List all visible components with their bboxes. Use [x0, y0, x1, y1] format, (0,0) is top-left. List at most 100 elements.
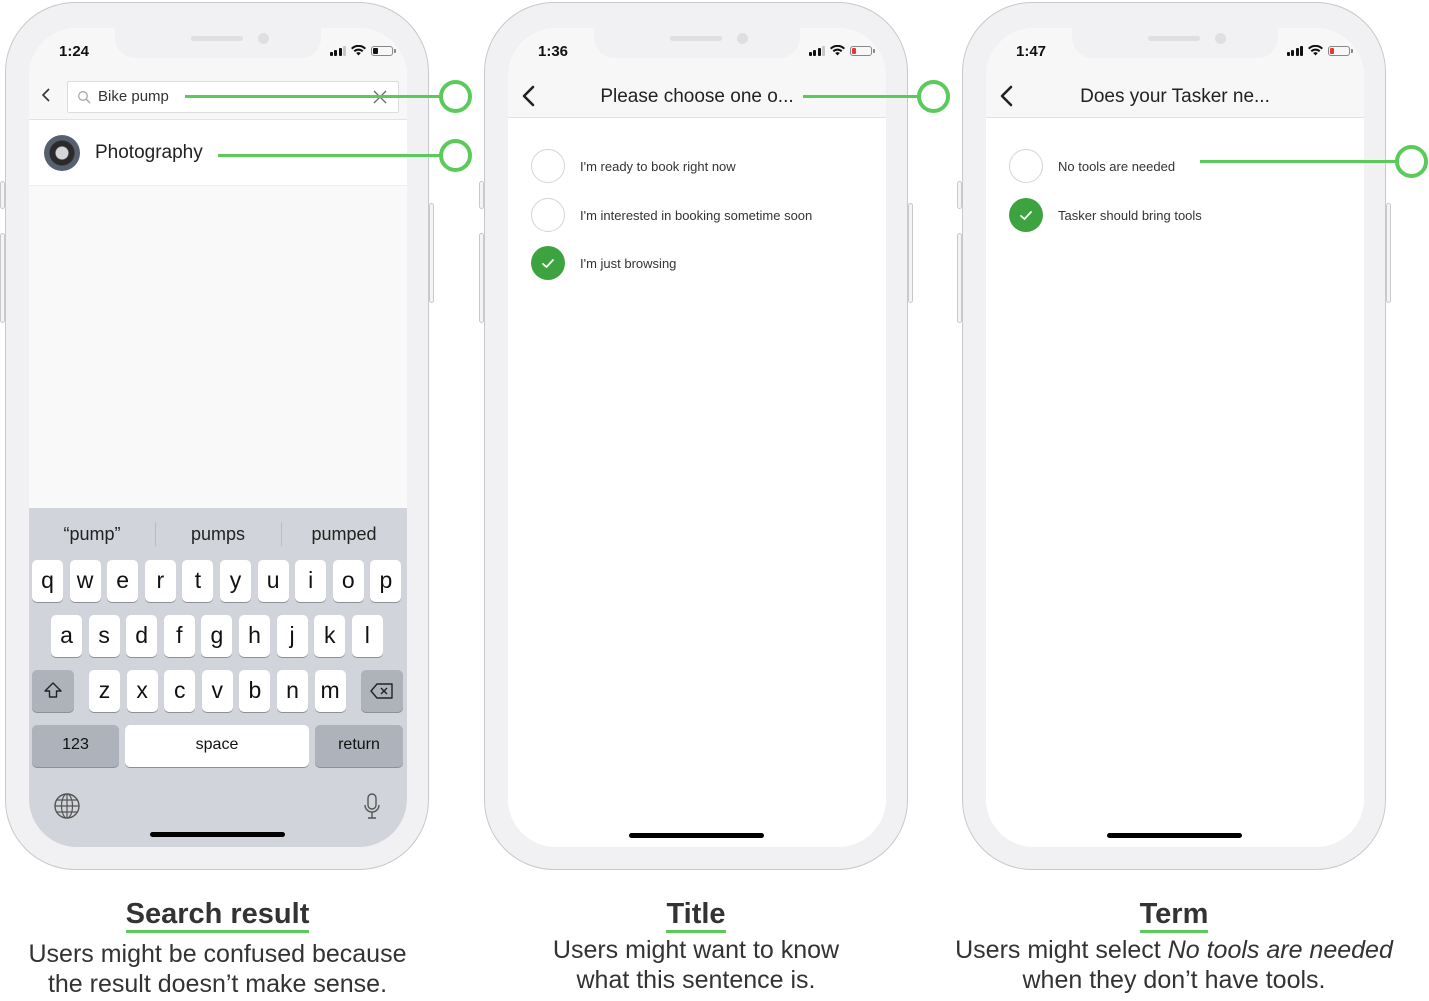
key-o[interactable]: o [332, 560, 364, 602]
side-button [957, 233, 962, 323]
side-button [957, 181, 962, 209]
caption-line: the result doesn’t make sense. [47, 970, 388, 998]
nav-bar: Does your Tasker ne... [986, 78, 1364, 118]
suggestion-item[interactable]: “pump” [29, 518, 155, 550]
key-w[interactable]: w [69, 560, 101, 602]
search-bar: Bike pump [29, 78, 407, 120]
key-v[interactable]: v [201, 670, 233, 712]
radio-button-checked[interactable] [531, 246, 565, 280]
checkmark-icon [1020, 210, 1032, 220]
microphone-icon[interactable] [363, 792, 381, 822]
wifi-icon [1308, 45, 1323, 56]
side-button [1386, 203, 1391, 303]
caption-search-result: Search result Users might be confused be… [0, 898, 435, 999]
key-l[interactable]: l [351, 615, 383, 657]
caption-title: Title [666, 898, 726, 933]
option-item[interactable]: No tools are needed [1009, 149, 1175, 183]
return-key[interactable]: return [315, 725, 403, 767]
side-button [429, 203, 434, 303]
key-c[interactable]: c [164, 670, 196, 712]
key-z[interactable]: z [89, 670, 120, 712]
caption-body: Users might be confused because the resu… [0, 939, 435, 999]
key-h[interactable]: h [239, 615, 270, 657]
keyboard-suggestions: “pump” pumps pumped [29, 518, 407, 550]
radio-button[interactable] [531, 198, 565, 232]
shift-icon [44, 682, 62, 698]
signal-icon [1286, 45, 1303, 56]
backspace-key[interactable] [361, 670, 403, 712]
key-s[interactable]: s [88, 615, 120, 657]
radio-button[interactable] [531, 149, 565, 183]
space-key[interactable]: space [125, 725, 309, 767]
callout-marker [1395, 145, 1428, 178]
callout-line [803, 95, 919, 98]
option-label: I'm ready to book right now [580, 158, 736, 174]
key-y[interactable]: y [220, 560, 251, 602]
caption-line: Users might want to know [552, 936, 840, 964]
caption-title: Search result [125, 898, 310, 933]
caption-term: Term Users might select No tools are nee… [920, 898, 1428, 995]
key-i[interactable]: i [295, 560, 327, 602]
option-item[interactable]: I'm ready to book right now [531, 149, 736, 183]
option-item[interactable]: Tasker should bring tools [1009, 198, 1202, 232]
shift-key[interactable] [32, 670, 74, 712]
battery-icon [371, 45, 396, 56]
key-n[interactable]: n [277, 670, 308, 712]
back-button[interactable] [39, 85, 53, 105]
caption-line: Users might select No tools are needed [920, 935, 1428, 965]
search-result-label: Photography [95, 142, 203, 163]
home-indicator [1107, 833, 1242, 838]
key-j[interactable]: j [276, 615, 308, 657]
home-indicator [629, 833, 764, 838]
status-icons [329, 45, 396, 56]
key-p[interactable]: p [370, 560, 402, 602]
key-t[interactable]: t [182, 560, 214, 602]
callout-marker [439, 139, 472, 172]
notch [1072, 28, 1278, 58]
option-item[interactable]: I'm interested in booking sometime soon [531, 198, 812, 232]
key-d[interactable]: d [126, 615, 158, 657]
signal-icon [808, 45, 825, 56]
option-label: No tools are needed [1058, 158, 1176, 174]
key-e[interactable]: e [107, 560, 139, 602]
key-f[interactable]: f [163, 615, 195, 657]
key-m[interactable]: m [314, 670, 346, 712]
radio-button[interactable] [1009, 149, 1043, 183]
key-a[interactable]: a [51, 615, 82, 657]
side-button [0, 233, 5, 323]
speaker [670, 36, 722, 41]
key-k[interactable]: k [314, 615, 346, 657]
key-r[interactable]: r [144, 560, 176, 602]
speaker [191, 36, 243, 41]
option-list: No tools are needed Tasker should bring … [986, 119, 1364, 847]
search-result-item[interactable]: Photography [29, 120, 407, 186]
key-u[interactable]: u [257, 560, 289, 602]
callout-line [185, 95, 441, 98]
key-q[interactable]: q [32, 560, 63, 602]
caption-title-issue: Title Users might want to know what this… [479, 898, 913, 995]
wifi-icon [351, 45, 366, 56]
option-label: I'm just browsing [580, 255, 677, 271]
callout-line [218, 154, 441, 157]
option-label: Tasker should bring tools [1058, 207, 1202, 223]
checkmark-icon [542, 258, 554, 268]
suggestion-item[interactable]: pumped [281, 518, 407, 550]
front-camera [258, 33, 269, 44]
option-list: I'm ready to book right now I'm interest… [508, 119, 886, 847]
caption-emphasis: No tools are needed [1167, 936, 1393, 964]
radio-button-checked[interactable] [1009, 198, 1043, 232]
callout-marker [439, 80, 472, 113]
suggestion-item[interactable]: pumps [155, 518, 281, 550]
nav-bar: Please choose one o... [508, 78, 886, 118]
numbers-key[interactable]: 123 [32, 725, 119, 767]
option-item[interactable]: I'm just browsing [531, 246, 676, 280]
globe-icon[interactable] [53, 792, 81, 820]
key-g[interactable]: g [201, 615, 233, 657]
phone-frame-search: 1:24 Bike pump Photography “pump” pumps … [0, 2, 434, 870]
caption-title: Term [1139, 898, 1209, 933]
battery-icon [1328, 45, 1353, 56]
key-b[interactable]: b [239, 670, 271, 712]
status-bar: 1:36 [508, 28, 886, 78]
notch [115, 28, 321, 58]
key-x[interactable]: x [126, 670, 158, 712]
